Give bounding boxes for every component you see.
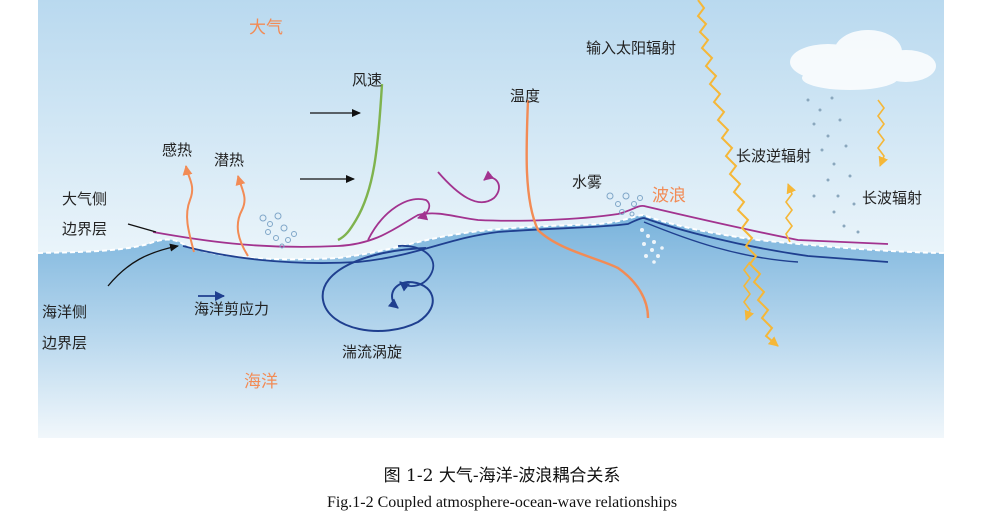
sensible-heat-label: 感热 bbox=[162, 141, 193, 159]
temperature-label: 温度 bbox=[510, 87, 541, 105]
sea-spray-label: 水雾 bbox=[572, 173, 603, 191]
longwave-back-label: 长波逆辐射 bbox=[736, 147, 812, 165]
sea-region bbox=[38, 215, 944, 438]
ocean-label: 海洋 bbox=[244, 372, 278, 392]
wave-label: 波浪 bbox=[652, 186, 686, 206]
latent-heat-label: 潜热 bbox=[214, 151, 245, 169]
diagram-svg bbox=[37, 0, 945, 438]
ocean-boundary-label-2: 边界层 bbox=[42, 334, 88, 352]
wind-speed-label: 风速 bbox=[352, 71, 383, 89]
figure-caption-en: Fig.1-2 Coupled atmosphere-ocean-wave re… bbox=[326, 494, 678, 511]
ocean-stress-label: 海洋剪应力 bbox=[194, 300, 270, 318]
atmosphere-label: 大气 bbox=[249, 18, 283, 38]
longwave-label: 长波辐射 bbox=[862, 189, 923, 207]
input-solar-label: 输入太阳辐射 bbox=[586, 39, 677, 57]
eddy-label: 湍流涡旋 bbox=[342, 343, 403, 361]
ocean-boundary-label-1: 海洋侧 bbox=[42, 303, 88, 321]
diagram-figure: 大气 海洋 波浪 风速 温度 输入太阳辐射 感热 潜热 大气侧 边界层 水雾 长… bbox=[37, 0, 945, 438]
atmo-boundary-label-2: 边界层 bbox=[62, 220, 108, 238]
figure-caption-cn: 图 1-2 大气-海洋-波浪耦合关系 bbox=[383, 466, 621, 486]
atmo-boundary-label-1: 大气侧 bbox=[62, 190, 108, 208]
